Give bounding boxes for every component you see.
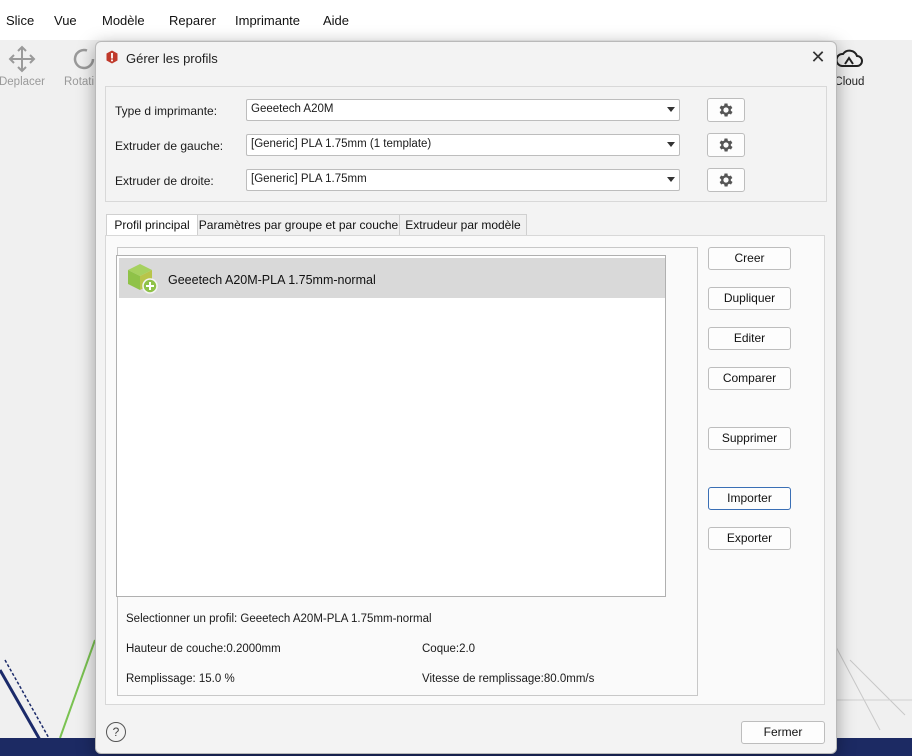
menu-modele[interactable]: Modèle bbox=[102, 13, 145, 28]
menu-aide[interactable]: Aide bbox=[323, 13, 349, 28]
shell-text: Coque:2.0 bbox=[422, 643, 476, 655]
menu-vue[interactable]: Vue bbox=[54, 13, 77, 28]
cloud-icon bbox=[835, 49, 863, 67]
help-icon[interactable]: ? bbox=[106, 722, 126, 742]
infill-speed-text: Vitesse de remplissage:80.0mm/s bbox=[422, 673, 595, 685]
profile-list[interactable]: Geeetech A20M-PLA 1.75mm-normal bbox=[116, 255, 666, 597]
menu-reparer[interactable]: Reparer bbox=[169, 13, 216, 28]
chevron-down-icon bbox=[667, 142, 675, 147]
compare-button[interactable]: Comparer bbox=[708, 367, 791, 390]
move-tool-label: Deplacer bbox=[0, 76, 46, 88]
printer-settings-group: Type d imprimante: Geeetech A20M Extrude… bbox=[105, 86, 827, 202]
right-extruder-label: Extruder de droite: bbox=[115, 174, 214, 188]
selected-profile-text: Selectionner un profil: Geeetech A20M-PL… bbox=[126, 613, 432, 625]
profile-name: Geeetech A20M-PLA 1.75mm-normal bbox=[168, 273, 376, 287]
menu-slice[interactable]: Slice bbox=[6, 13, 34, 28]
printer-type-label: Type d imprimante: bbox=[115, 104, 218, 118]
export-button[interactable]: Exporter bbox=[708, 527, 791, 550]
right-extruder-settings-button[interactable] bbox=[707, 168, 745, 192]
delete-button[interactable]: Supprimer bbox=[708, 427, 791, 450]
right-extruder-select[interactable]: [Generic] PLA 1.75mm bbox=[246, 169, 680, 191]
edit-button[interactable]: Editer bbox=[708, 327, 791, 350]
right-extruder-value: [Generic] PLA 1.75mm bbox=[251, 173, 367, 185]
tab-extruder-per-model[interactable]: Extrudeur par modèle bbox=[399, 214, 527, 236]
profile-cube-icon bbox=[128, 264, 158, 294]
manage-profiles-dialog: Gérer les profils ✕ Type d imprimante: G… bbox=[95, 41, 837, 754]
info-icon bbox=[106, 50, 118, 64]
printer-type-select[interactable]: Geeetech A20M bbox=[246, 99, 680, 121]
left-extruder-value: [Generic] PLA 1.75mm (1 template) bbox=[251, 138, 432, 150]
gear-icon bbox=[719, 173, 733, 187]
left-extruder-settings-button[interactable] bbox=[707, 133, 745, 157]
move-tool[interactable]: Deplacer bbox=[0, 44, 52, 88]
close-icon[interactable]: ✕ bbox=[806, 46, 830, 68]
list-item[interactable]: Geeetech A20M-PLA 1.75mm-normal bbox=[119, 258, 665, 298]
chevron-down-icon bbox=[667, 177, 675, 182]
rotate-tool-label: Rotati bbox=[64, 76, 95, 88]
layer-height-text: Hauteur de couche:0.2000mm bbox=[126, 643, 281, 655]
left-extruder-label: Extruder de gauche: bbox=[115, 139, 224, 153]
move-icon bbox=[8, 45, 36, 73]
create-button[interactable]: Creer bbox=[708, 247, 791, 270]
tab-main-profile[interactable]: Profil principal bbox=[106, 214, 198, 237]
chevron-down-icon bbox=[667, 107, 675, 112]
menu-imprimante[interactable]: Imprimante bbox=[235, 13, 300, 28]
left-extruder-select[interactable]: [Generic] PLA 1.75mm (1 template) bbox=[246, 134, 680, 156]
printer-type-value: Geeetech A20M bbox=[251, 103, 334, 115]
menu-bar: Slice Vue Modèle Reparer Imprimante Aide bbox=[0, 0, 912, 40]
printer-settings-button[interactable] bbox=[707, 98, 745, 122]
tab-group-layer-settings[interactable]: Paramètres par groupe et par couche bbox=[197, 214, 400, 236]
import-button[interactable]: Importer bbox=[708, 487, 791, 510]
rotate-tool[interactable]: Rotati bbox=[57, 44, 97, 88]
gear-icon bbox=[719, 138, 733, 152]
gear-icon bbox=[719, 103, 733, 117]
infill-text: Remplissage: 15.0 % bbox=[126, 673, 235, 685]
close-button[interactable]: Fermer bbox=[741, 721, 825, 744]
duplicate-button[interactable]: Dupliquer bbox=[708, 287, 791, 310]
dialog-title: Gérer les profils bbox=[126, 51, 218, 66]
